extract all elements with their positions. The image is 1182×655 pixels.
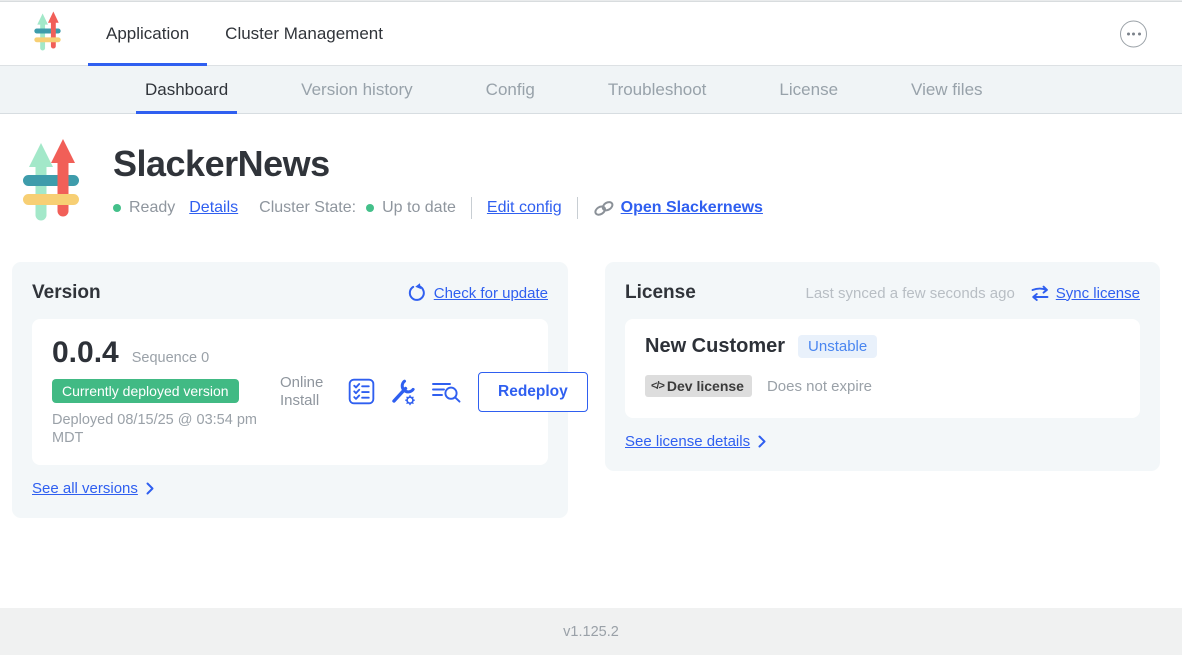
see-license-details-link[interactable]: See license details bbox=[625, 433, 766, 450]
hero-text: SlackerNews Ready Details Cluster State:… bbox=[113, 139, 763, 226]
sync-arrows-icon bbox=[1030, 285, 1050, 302]
install-type-label: Online Install bbox=[280, 374, 334, 410]
divider bbox=[471, 197, 472, 219]
dashboard-cards: Version Check for update 0.0.4 Sequence … bbox=[0, 262, 1182, 518]
last-synced-text: Last synced a few seconds ago bbox=[805, 285, 1014, 302]
version-info: 0.0.4 Sequence 0 Currently deployed vers… bbox=[52, 336, 280, 448]
header: Application Cluster Management bbox=[0, 2, 1182, 66]
subtab-config[interactable]: Config bbox=[486, 66, 535, 113]
deployed-timestamp: Deployed 08/15/25 @ 03:54 pm MDT bbox=[52, 412, 260, 448]
tab-cluster-management[interactable]: Cluster Management bbox=[207, 2, 401, 65]
customer-name: New Customer bbox=[645, 335, 785, 358]
license-card: License Last synced a few seconds ago Sy… bbox=[605, 262, 1160, 471]
sync-license-link[interactable]: Sync license bbox=[1030, 285, 1140, 302]
subtab-dashboard[interactable]: Dashboard bbox=[145, 66, 228, 113]
admin-console-page: Application Cluster Management Dashboard… bbox=[0, 0, 1182, 655]
details-link[interactable]: Details bbox=[189, 199, 238, 217]
version-action-icons bbox=[348, 378, 462, 406]
license-card-header: License Last synced a few seconds ago Sy… bbox=[625, 282, 1140, 304]
license-header-actions: Last synced a few seconds ago Sync licen… bbox=[805, 285, 1140, 302]
license-panel: New Customer Unstable </> Dev license Do… bbox=[625, 319, 1140, 418]
subtab-version-history[interactable]: Version history bbox=[301, 66, 413, 113]
sequence-label: Sequence 0 bbox=[132, 350, 209, 366]
expiry-text: Does not expire bbox=[767, 378, 872, 395]
cluster-state-label: Cluster State: bbox=[259, 199, 356, 217]
cluster-state-dot-icon bbox=[366, 204, 374, 212]
open-app-link[interactable]: Open Slackernews bbox=[621, 199, 763, 217]
code-icon: </> bbox=[651, 380, 664, 392]
tab-application[interactable]: Application bbox=[88, 2, 207, 65]
console-version: v1.125.2 bbox=[563, 624, 619, 640]
app-logo-icon bbox=[33, 11, 62, 56]
slackernews-logo-icon bbox=[22, 139, 80, 226]
chevron-right-icon bbox=[146, 482, 154, 495]
version-number: 0.0.4 bbox=[52, 336, 119, 370]
subtab-troubleshoot[interactable]: Troubleshoot bbox=[608, 66, 707, 113]
version-actions: Online Install bbox=[280, 372, 588, 412]
page-title: SlackerNews bbox=[113, 143, 763, 185]
edit-config-link[interactable]: Edit config bbox=[487, 199, 562, 217]
subtab-view-files[interactable]: View files bbox=[911, 66, 983, 113]
subtab-license[interactable]: License bbox=[779, 66, 838, 113]
check-for-update-link[interactable]: Check for update bbox=[406, 283, 548, 303]
refresh-icon bbox=[406, 283, 426, 303]
deployed-badge: Currently deployed version bbox=[52, 379, 239, 403]
redeploy-button[interactable]: Redeploy bbox=[478, 372, 588, 412]
license-card-title: License bbox=[625, 282, 696, 304]
app-status-row: Ready Details Cluster State: Up to date … bbox=[113, 197, 763, 219]
divider bbox=[577, 197, 578, 219]
app-subnav: Dashboard Version history Config Trouble… bbox=[0, 66, 1182, 114]
chevron-right-icon bbox=[758, 435, 766, 448]
ellipsis-circle-icon[interactable] bbox=[1120, 20, 1147, 47]
see-all-versions-link[interactable]: See all versions bbox=[32, 480, 154, 497]
channel-badge: Unstable bbox=[798, 335, 877, 358]
app-status-dot-icon bbox=[113, 204, 121, 212]
chain-link-icon bbox=[593, 200, 615, 217]
current-version-panel: 0.0.4 Sequence 0 Currently deployed vers… bbox=[32, 319, 548, 465]
version-card-header: Version Check for update bbox=[32, 282, 548, 304]
wrench-gear-icon[interactable] bbox=[389, 378, 417, 406]
cluster-state-value: Up to date bbox=[382, 199, 456, 217]
version-card: Version Check for update 0.0.4 Sequence … bbox=[12, 262, 568, 518]
license-type-badge: </> Dev license bbox=[645, 375, 752, 397]
app-hero: SlackerNews Ready Details Cluster State:… bbox=[0, 114, 1182, 226]
diff-search-icon[interactable] bbox=[431, 379, 462, 404]
app-status-text: Ready bbox=[129, 199, 175, 217]
checklist-icon[interactable] bbox=[348, 378, 375, 405]
version-card-title: Version bbox=[32, 282, 101, 304]
console-footer: v1.125.2 bbox=[0, 608, 1182, 655]
